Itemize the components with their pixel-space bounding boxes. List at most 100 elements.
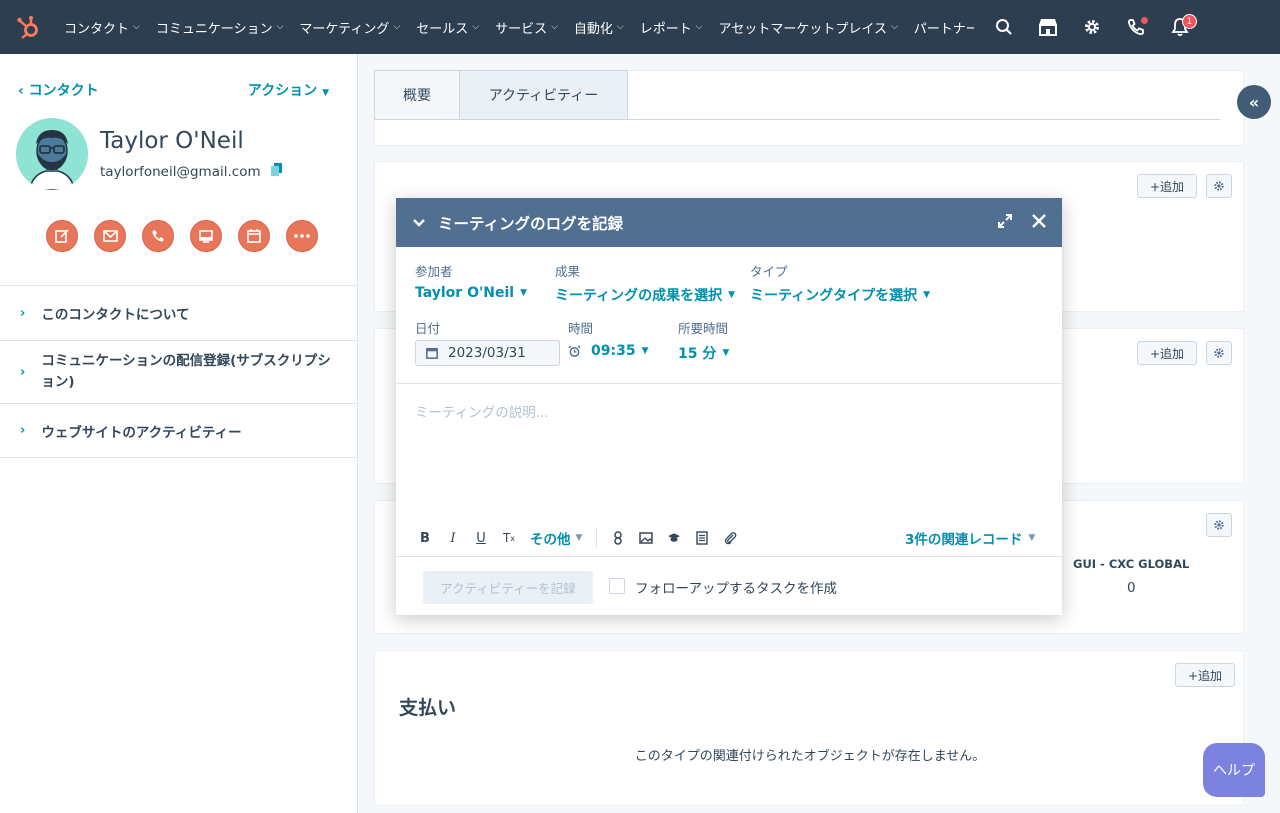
task-button[interactable] bbox=[238, 220, 270, 252]
description-input[interactable]: ミーティングの説明... bbox=[415, 401, 549, 421]
notification-badge: 1 bbox=[1182, 14, 1197, 29]
more-label: その他 bbox=[530, 532, 571, 548]
section-label: コミュニケーションの配信登録(サブスクリプション) bbox=[41, 353, 331, 390]
more-button[interactable] bbox=[286, 220, 318, 252]
followup-task-checkbox[interactable] bbox=[609, 578, 625, 594]
nav-item-reports[interactable]: レポート ⌵ bbox=[632, 0, 711, 54]
add-button[interactable]: +追加 bbox=[1137, 341, 1198, 365]
email-button[interactable] bbox=[94, 220, 126, 252]
clear-format-icon[interactable]: Tx bbox=[502, 530, 516, 546]
caret-down-icon: ▼ bbox=[722, 348, 730, 358]
gear-icon bbox=[1214, 520, 1224, 530]
chevron-down-icon: ⌵ bbox=[472, 22, 480, 32]
add-payment-button[interactable]: +追加 bbox=[1175, 663, 1236, 687]
duration-select[interactable]: 15 分 ▼ bbox=[678, 343, 729, 363]
copy-icon[interactable] bbox=[270, 163, 282, 180]
record-tabs: 概要 アクティビティー bbox=[374, 70, 1244, 120]
divider bbox=[396, 556, 1062, 557]
chevron-down-icon[interactable] bbox=[412, 213, 426, 232]
help-button[interactable]: ヘルプ bbox=[1203, 743, 1265, 797]
nav-item-service[interactable]: サービス ⌵ bbox=[487, 0, 566, 54]
dialog-header: ミーティングのログを記録 bbox=[396, 198, 1062, 247]
nav-item-asset-marketplace[interactable]: アセットマーケットプレイス ⌵ bbox=[711, 0, 906, 54]
chevron-right-icon: › bbox=[20, 305, 26, 321]
associations-dropdown[interactable]: 3件の関連レコード ▼ bbox=[905, 528, 1035, 548]
nav-item-communication[interactable]: コミュニケーション ⌵ bbox=[148, 0, 292, 54]
chevron-down-icon: ⌵ bbox=[616, 22, 624, 32]
tab-overview[interactable]: 概要 bbox=[374, 70, 460, 120]
card-settings-button[interactable] bbox=[1206, 513, 1232, 537]
nav-item-marketing[interactable]: マーケティング ⌵ bbox=[291, 0, 408, 54]
nav-item-label: アセットマーケットプレイス bbox=[718, 21, 887, 37]
type-select[interactable]: ミーティングタイプを選択 ▼ bbox=[750, 285, 930, 305]
call-button[interactable] bbox=[142, 220, 174, 252]
outcome-label: 成果 bbox=[555, 264, 581, 279]
collapse-sidebar-button[interactable]: « bbox=[1237, 85, 1271, 119]
attendees-select[interactable]: Taylor O'Neil ▼ bbox=[415, 285, 527, 301]
more-formatting-dropdown[interactable]: その他 ▼ bbox=[530, 528, 582, 548]
column-value: 0 bbox=[1127, 580, 1136, 596]
link-icon[interactable] bbox=[611, 530, 625, 546]
image-icon[interactable] bbox=[639, 530, 654, 546]
nav-item-label: マーケティング bbox=[299, 21, 390, 37]
actions-dropdown[interactable]: アクション ▼ bbox=[248, 80, 329, 100]
italic-icon[interactable]: I bbox=[446, 530, 460, 546]
section-subscriptions[interactable]: › コミュニケーションの配信登録(サブスクリプション) bbox=[0, 340, 357, 403]
date-value: 2023/03/31 bbox=[448, 345, 526, 361]
nav-item-automation[interactable]: 自動化 ⌵ bbox=[566, 0, 632, 54]
knowledge-icon[interactable] bbox=[667, 530, 681, 546]
hubspot-logo-icon[interactable] bbox=[0, 0, 56, 54]
attachment-icon[interactable] bbox=[723, 530, 737, 546]
chevron-down-icon: ⌵ bbox=[133, 22, 140, 32]
date-input[interactable]: 2023/03/31 bbox=[415, 340, 560, 366]
nav-item-contacts[interactable]: コンタクト ⌵ bbox=[56, 0, 148, 54]
outcome-select[interactable]: ミーティングの成果を選択 ▼ bbox=[555, 285, 735, 305]
back-to-contacts-link[interactable]: ‹ コンタクト bbox=[18, 80, 99, 100]
duration-label: 所要時間 bbox=[678, 321, 729, 336]
actions-label: アクション bbox=[247, 83, 318, 99]
marketplace-icon[interactable] bbox=[1026, 0, 1070, 54]
nav-item-sales[interactable]: セールス ⌵ bbox=[408, 0, 487, 54]
bold-icon[interactable]: B bbox=[418, 530, 432, 546]
search-icon[interactable] bbox=[982, 0, 1026, 54]
nav-item-label: セールス bbox=[416, 21, 469, 37]
followup-task-label: フォローアップするタスクを作成 bbox=[635, 581, 837, 597]
caret-down-icon: ▼ bbox=[641, 346, 649, 356]
add-button[interactable]: +追加 bbox=[1137, 174, 1198, 198]
card-settings-button[interactable] bbox=[1206, 341, 1232, 365]
payments-card: +追加 支払い このタイプの関連付けられたオブジェクトが存在しません。 bbox=[374, 650, 1244, 806]
card-settings-button[interactable] bbox=[1206, 174, 1232, 198]
section-about-contact[interactable]: › このコンタクトについて bbox=[0, 285, 357, 340]
time-label: 時間 bbox=[568, 321, 594, 336]
gear-icon bbox=[1214, 348, 1224, 358]
calendar-icon bbox=[426, 347, 438, 359]
rich-text-toolbar: B I U Tx その他 ▼ bbox=[418, 528, 737, 548]
email-icon bbox=[102, 230, 118, 242]
note-button[interactable] bbox=[46, 220, 78, 252]
log-activity-submit-button[interactable]: アクティビティーを記録 bbox=[423, 571, 593, 604]
gear-icon[interactable] bbox=[1070, 0, 1114, 54]
snippet-icon[interactable] bbox=[695, 530, 709, 546]
time-select[interactable]: 09:35 ▼ bbox=[568, 343, 649, 359]
type-label: タイプ bbox=[750, 264, 788, 279]
notifications-bell-icon[interactable]: 1 bbox=[1158, 0, 1202, 54]
payments-empty-message: このタイプの関連付けられたオブジェクトが存在しません。 bbox=[634, 749, 986, 764]
log-activity-button[interactable] bbox=[190, 220, 222, 252]
back-link-label: コンタクト bbox=[28, 83, 99, 99]
nav-item-label: サービス bbox=[495, 21, 548, 37]
payments-title: 支払い bbox=[399, 697, 457, 719]
close-icon[interactable] bbox=[1032, 213, 1046, 232]
calling-icon[interactable] bbox=[1114, 0, 1158, 54]
tab-activity[interactable]: アクティビティー bbox=[460, 70, 628, 120]
underline-icon[interactable]: U bbox=[474, 530, 488, 546]
log-meeting-dialog: ミーティングのログを記録 参加者 Taylor O'Neil ▼ 成果 ミーティン… bbox=[396, 198, 1062, 615]
expand-icon[interactable] bbox=[998, 213, 1012, 232]
caret-down-icon: ▼ bbox=[520, 288, 528, 298]
chevron-left-icon: ‹ bbox=[18, 83, 29, 99]
caret-down-icon: ▼ bbox=[322, 88, 329, 98]
associations-label: 3件の関連レコード bbox=[905, 532, 1023, 548]
section-website-activity[interactable]: › ウェブサイトのアクティビティー bbox=[0, 403, 357, 458]
nav-item-label: パートナー bbox=[913, 21, 974, 37]
nav-item-partner[interactable]: パートナー bbox=[906, 0, 974, 54]
section-label: このコンタクトについて bbox=[41, 307, 190, 323]
